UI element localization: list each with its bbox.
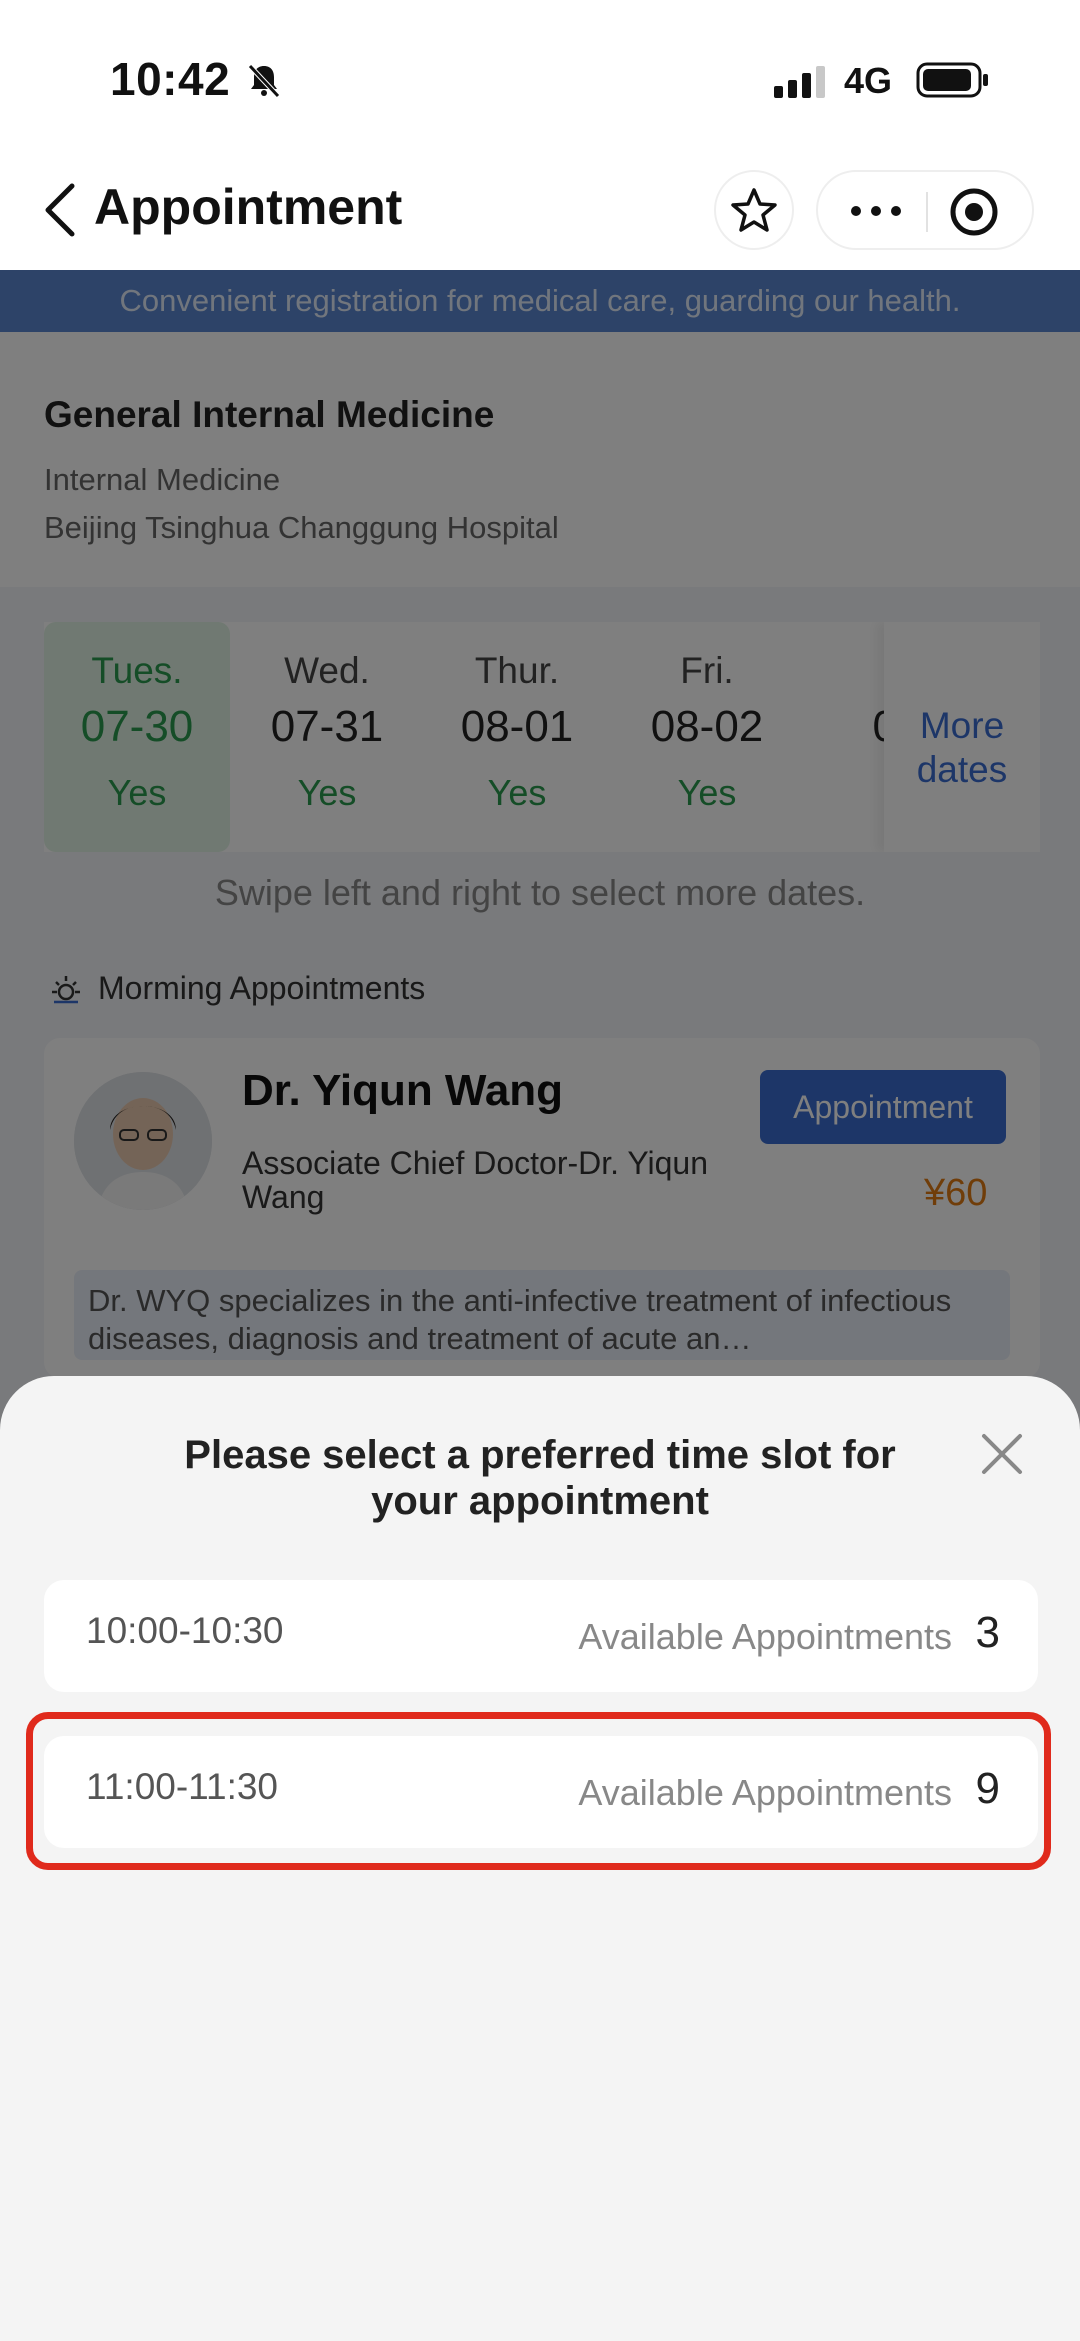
back-icon[interactable]: [40, 180, 80, 240]
more-icon[interactable]: [848, 198, 904, 224]
slot-count: 3: [975, 1608, 1000, 1657]
mini-program-capsule: [816, 170, 1034, 250]
close-program-icon[interactable]: [948, 186, 1000, 238]
close-icon[interactable]: [974, 1426, 1030, 1482]
nav-bar: Appointment: [0, 150, 1080, 270]
bell-muted-icon: [248, 64, 280, 98]
time-slot-option[interactable]: 10:00-10:30 Available Appointments 3: [44, 1580, 1038, 1692]
battery-icon: [916, 62, 988, 98]
page-title: Appointment: [94, 179, 403, 235]
slot-time: 10:00-10:30: [86, 1610, 284, 1651]
highlight-box: [26, 1712, 1051, 1870]
star-icon: [731, 188, 777, 232]
capsule-divider: [926, 192, 928, 232]
sheet-title: Please select a preferred time slot for …: [184, 1433, 896, 1523]
favorite-button[interactable]: [714, 170, 794, 250]
status-bar: 10:42 4G: [0, 0, 1080, 150]
signal-icon: [774, 66, 825, 98]
slot-availability-label: Available Appointments: [578, 1616, 952, 1657]
status-time: 10:42: [110, 53, 231, 105]
network-type: 4G: [844, 60, 893, 101]
